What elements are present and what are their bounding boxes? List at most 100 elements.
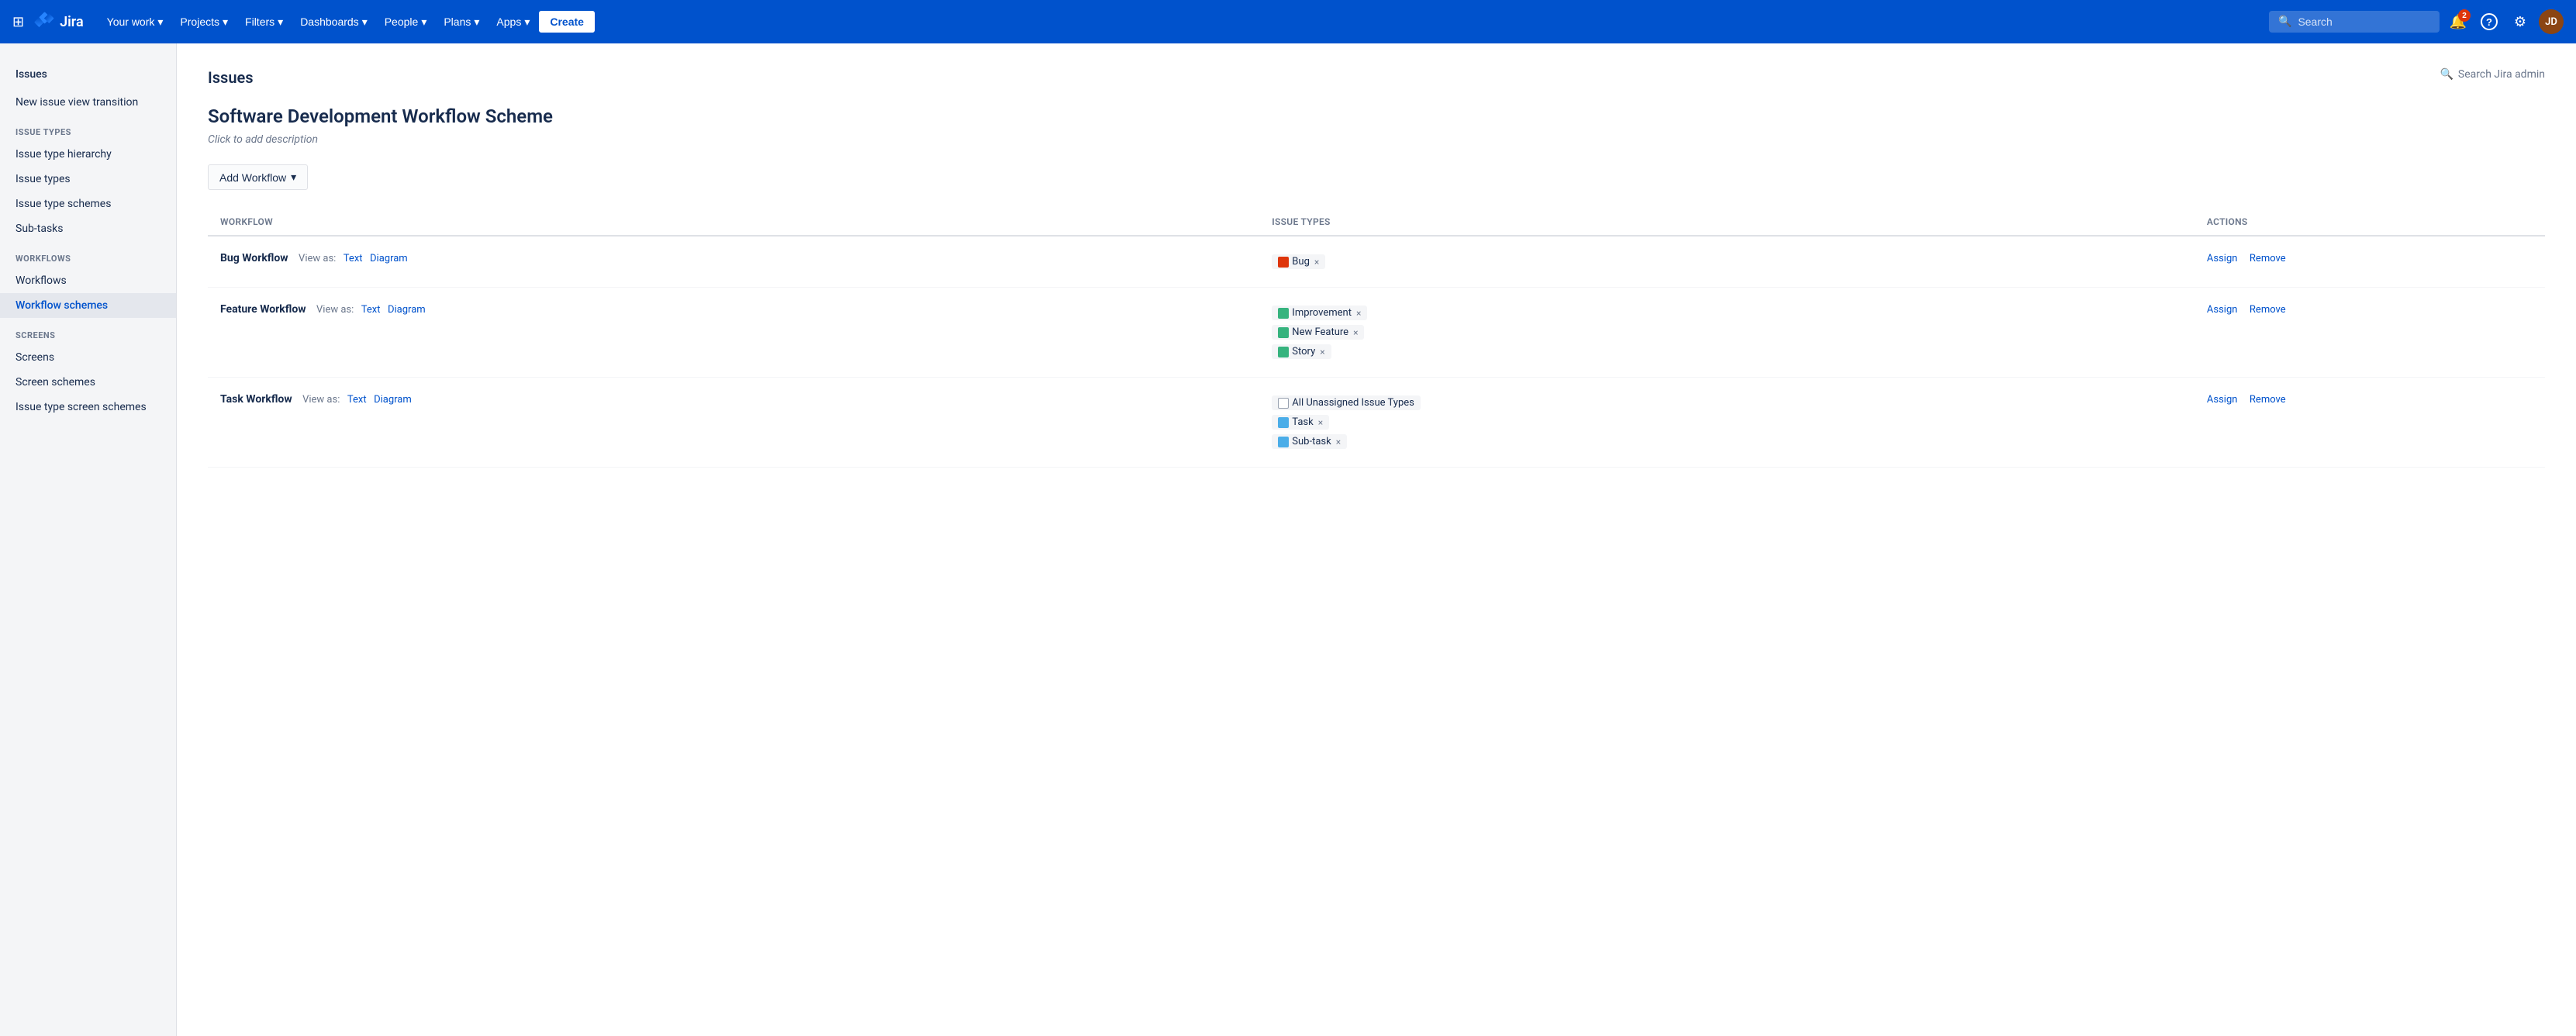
col-header-actions: Actions [2194,209,2545,236]
settings-button[interactable]: ⚙ [2508,9,2533,34]
issue-type-tag-subtask: Sub-task × [1272,434,1347,449]
remove-subtask-tag[interactable]: × [1336,437,1341,447]
workflow-table: Workflow Issue Types Actions Bug Workflo… [208,209,2545,468]
sidebar-issues-title[interactable]: Issues [0,59,176,90]
view-as-label-task: View as: [302,394,340,406]
view-text-link-feature[interactable]: Text [361,304,381,316]
view-diagram-link-bug[interactable]: Diagram [370,253,408,264]
assign-feature-link[interactable]: Assign [2207,304,2238,316]
sidebar-item-issue-type-screen-schemes[interactable]: Issue type screen schemes [0,395,176,420]
jira-logo-svg [33,11,55,33]
actions-cell-bug: Assign Remove [2194,236,2545,288]
sidebar-item-screen-schemes[interactable]: Screen schemes [0,370,176,395]
unassigned-icon [1278,398,1289,409]
topnav-right: 🔍 🔔 2 ? ⚙ JD [2269,9,2564,34]
grid-icon[interactable]: ⊞ [12,14,24,30]
top-navigation: Your work ▾ Projects ▾ Filters ▾ Dashboa… [99,11,2263,33]
view-text-link-task[interactable]: Text [347,394,367,406]
remove-task-link[interactable]: Remove [2250,394,2286,406]
scheme-description[interactable]: Click to add description [208,133,2545,146]
assign-task-link[interactable]: Assign [2207,394,2238,406]
nav-dashboards[interactable]: Dashboards ▾ [292,11,375,33]
logo[interactable]: Jira [33,11,84,33]
notification-badge: 2 [2458,9,2471,22]
issue-type-tag-bug: Bug × [1272,254,1325,269]
view-as-label-bug: View as: [299,253,336,264]
issue-type-tag-new-feature: New Feature × [1272,325,1364,340]
remove-improvement-tag[interactable]: × [1356,308,1361,319]
issue-types-cell-bug: Bug × [1259,236,2194,288]
scheme-title: Software Development Workflow Scheme [208,105,2545,127]
workflow-cell-bug: Bug Workflow View as: Text Diagram [208,236,1259,288]
sidebar: Issues New issue view transition ISSUE T… [0,43,177,1036]
sidebar-item-screens[interactable]: Screens [0,345,176,370]
sidebar-section-screens: SCREENS [0,318,176,345]
help-button[interactable]: ? [2477,9,2502,34]
search-bar[interactable]: 🔍 [2269,11,2440,33]
table-row: Feature Workflow View as: Text Diagram I… [208,288,2545,378]
notifications-button[interactable]: 🔔 2 [2446,9,2471,34]
search-jira-admin-link[interactable]: 🔍 Search Jira admin [2440,68,2545,81]
view-text-link-bug[interactable]: Text [344,253,363,264]
issue-type-tag-unassigned: All Unassigned Issue Types [1272,395,1421,410]
remove-story-tag[interactable]: × [1320,347,1324,357]
issue-type-tag-task: Task × [1272,415,1329,430]
issue-types-cell-feature: Improvement × New Feature × Story [1259,288,2194,378]
workflow-name-bug: Bug Workflow [220,252,288,264]
sidebar-item-hierarchy[interactable]: Issue type hierarchy [0,142,176,167]
nav-projects[interactable]: Projects ▾ [172,11,236,33]
assign-bug-link[interactable]: Assign [2207,253,2238,264]
remove-bug-tag[interactable]: × [1314,257,1319,268]
create-button[interactable]: Create [539,11,595,33]
sidebar-item-workflows[interactable]: Workflows [0,268,176,293]
search-input[interactable] [2298,16,2422,28]
search-icon: 🔍 [2278,16,2291,28]
issue-type-tag-story: Story × [1272,344,1331,359]
sidebar-item-issue-types[interactable]: Issue types [0,167,176,192]
nav-apps[interactable]: Apps ▾ [489,11,537,33]
nav-your-work[interactable]: Your work ▾ [99,11,171,33]
view-diagram-link-task[interactable]: Diagram [374,394,412,406]
view-as-label-feature: View as: [316,304,354,316]
bug-icon [1278,257,1289,268]
view-diagram-link-feature[interactable]: Diagram [388,304,426,316]
sidebar-item-subtasks[interactable]: Sub-tasks [0,216,176,241]
add-workflow-button[interactable]: Add Workflow ▾ [208,164,308,190]
issue-types-cell-task: All Unassigned Issue Types Task × Sub-ta… [1259,378,2194,468]
new-feature-icon [1278,327,1289,338]
topnav: ⊞ Jira Your work ▾ Projects ▾ [0,0,2576,43]
gear-icon: ⚙ [2514,14,2526,30]
table-row: Bug Workflow View as: Text Diagram Bug × [208,236,2545,288]
search-admin-icon: 🔍 [2440,68,2453,81]
sidebar-item-workflow-schemes[interactable]: Workflow schemes [0,293,176,318]
sidebar-item-new-issue-view[interactable]: New issue view transition [0,90,176,115]
actions-cell-feature: Assign Remove [2194,288,2545,378]
sidebar-section-workflows: WORKFLOWS [0,241,176,268]
page-layout: Issues New issue view transition ISSUE T… [0,43,2576,1036]
dropdown-arrow-icon: ▾ [291,171,296,184]
issue-type-tag-improvement: Improvement × [1272,306,1367,320]
page-header: Issues 🔍 Search Jira admin [208,68,2545,87]
remove-bug-link[interactable]: Remove [2250,253,2286,264]
subtask-icon [1278,437,1289,447]
workflow-name-feature: Feature Workflow [220,303,306,316]
page-title: Issues [208,68,254,87]
workflow-cell-feature: Feature Workflow View as: Text Diagram [208,288,1259,378]
nav-plans[interactable]: Plans ▾ [436,11,487,33]
col-header-issue-types: Issue Types [1259,209,2194,236]
workflow-cell-task: Task Workflow View as: Text Diagram [208,378,1259,468]
improvement-icon [1278,308,1289,319]
logo-text: Jira [60,14,84,30]
sidebar-item-issue-type-schemes[interactable]: Issue type schemes [0,192,176,216]
table-row: Task Workflow View as: Text Diagram All … [208,378,2545,468]
remove-feature-link[interactable]: Remove [2250,304,2286,316]
user-avatar[interactable]: JD [2539,9,2564,34]
main-content: Issues 🔍 Search Jira admin Software Deve… [177,43,2576,1036]
nav-filters[interactable]: Filters ▾ [237,11,291,33]
help-icon: ? [2481,13,2498,30]
workflow-name-task: Task Workflow [220,393,292,406]
remove-new-feature-tag[interactable]: × [1353,327,1358,338]
nav-people[interactable]: People ▾ [377,11,435,33]
remove-task-tag[interactable]: × [1318,417,1323,428]
story-icon [1278,347,1289,357]
